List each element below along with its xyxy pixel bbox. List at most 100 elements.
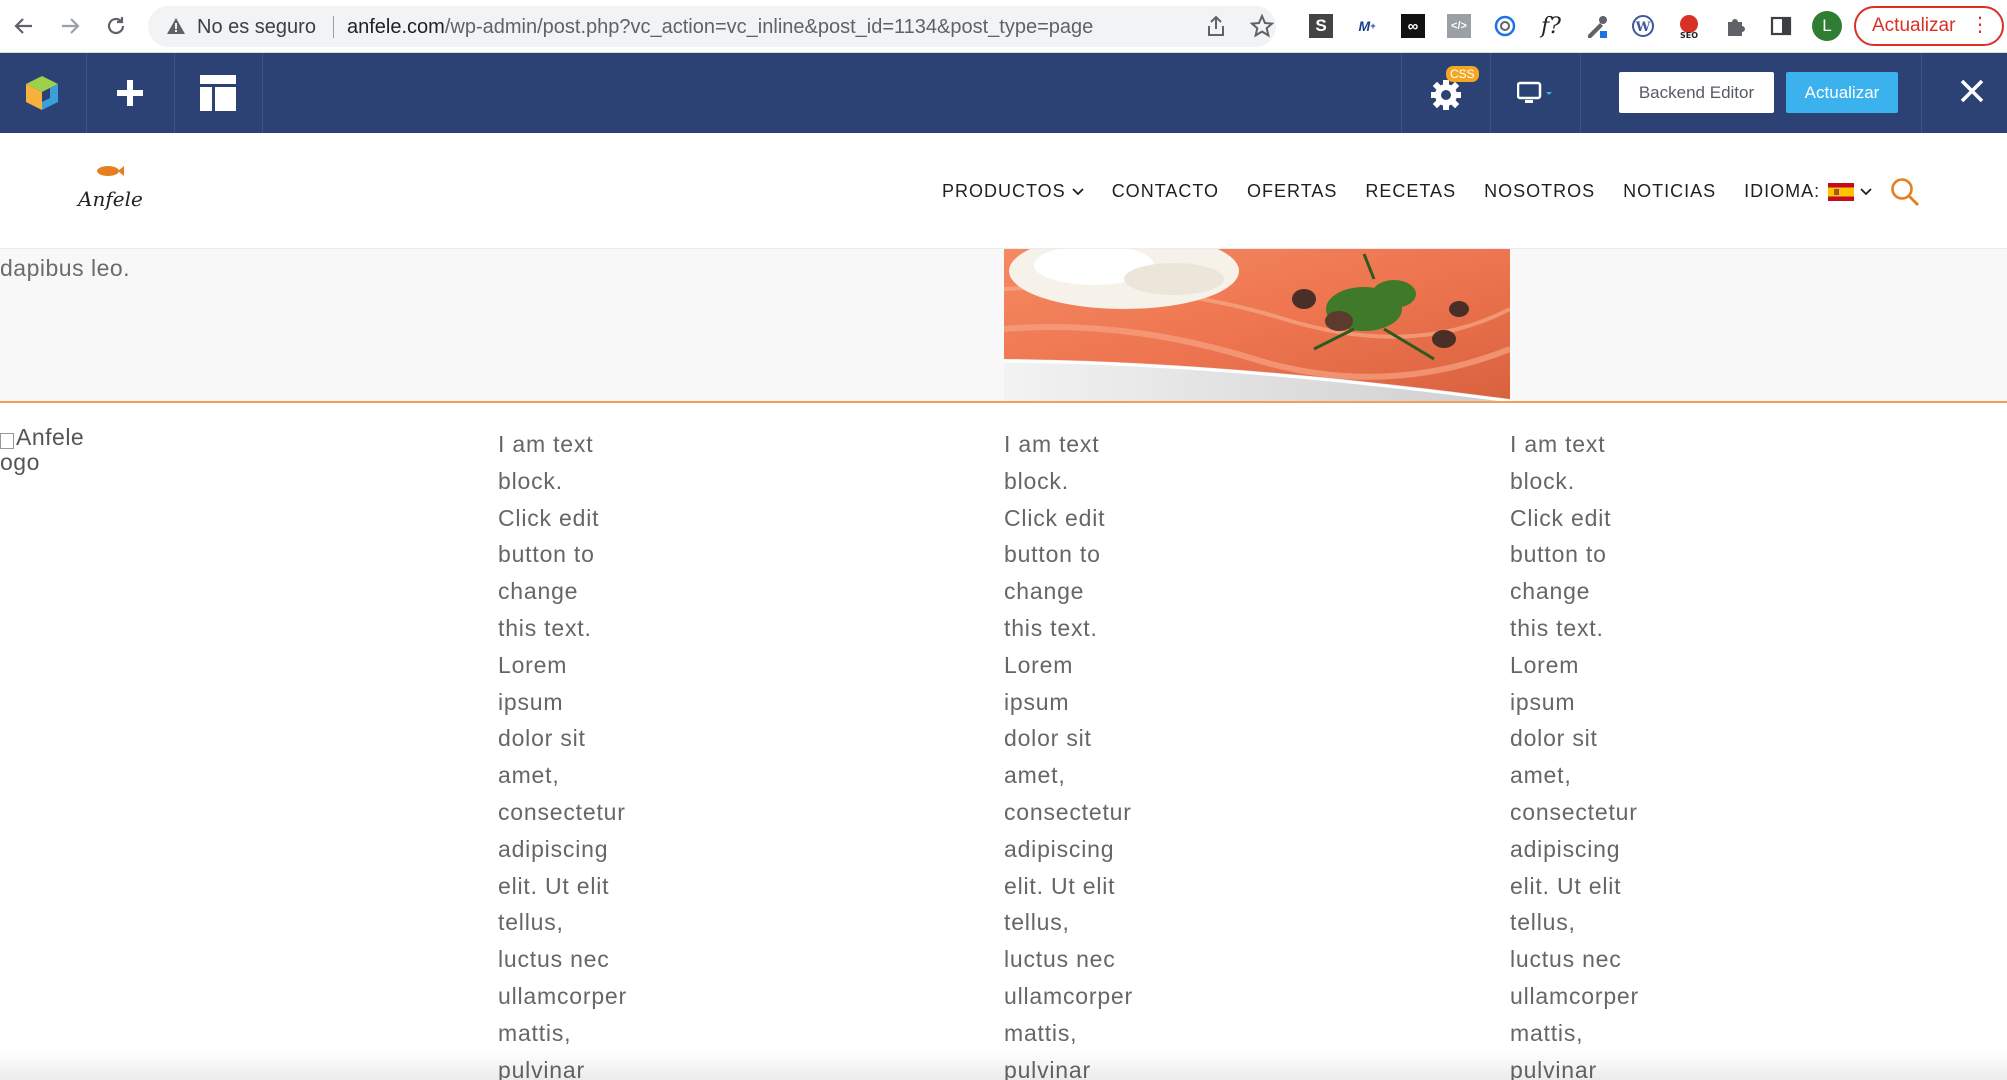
- text-block-line: Lorem: [1510, 651, 1580, 678]
- nav-item-label: NOTICIAS: [1623, 181, 1717, 201]
- text-block-line: adipiscing: [498, 835, 609, 862]
- layout-template-icon: [200, 75, 236, 111]
- text-block-line: elit. Ut elit: [1510, 872, 1622, 899]
- text-block-line: Click edit: [1004, 504, 1106, 531]
- text-block-line: dolor sit: [1510, 725, 1598, 752]
- fish-logo-icon: [97, 166, 124, 176]
- separator: [1921, 53, 1922, 133]
- nav-item-recetas[interactable]: RECETAS: [1365, 181, 1456, 202]
- profile-avatar[interactable]: L: [1812, 11, 1842, 41]
- arrow-right-icon: [62, 18, 80, 34]
- nav-item-productos[interactable]: PRODUCTOS: [942, 181, 1084, 202]
- puzzle-extensions-icon[interactable]: [1721, 12, 1749, 40]
- reload-icon: [107, 17, 125, 35]
- font-extension-icon[interactable]: f?: [1537, 12, 1565, 40]
- logo-alt-line1: Anfele: [16, 424, 85, 450]
- more-vert-icon: ⋮: [1970, 14, 1990, 36]
- share-icon[interactable]: [1206, 15, 1226, 37]
- vc-logo-button[interactable]: [0, 53, 84, 133]
- text-block-line: amet,: [1510, 762, 1572, 789]
- movistar-extension-icon[interactable]: M +: [1353, 12, 1381, 40]
- text-block-1[interactable]: I am text block. Click edit button to change…: [498, 426, 678, 1080]
- side-panel-icon[interactable]: [1767, 12, 1795, 40]
- text-block-3[interactable]: I am text block. Click edit button to change…: [1510, 426, 1690, 1080]
- bookmark-star-icon[interactable]: [1250, 14, 1274, 38]
- text-block-line: change: [1004, 578, 1085, 605]
- close-icon: [1960, 79, 1984, 103]
- text-block-line: button to: [1510, 541, 1607, 568]
- text-block-line: this text.: [1510, 614, 1604, 641]
- wordpress-extension-icon[interactable]: W: [1629, 12, 1657, 40]
- text-block-line: consectetur: [498, 798, 626, 825]
- page-settings-button[interactable]: [1402, 53, 1490, 133]
- infinity-extension-icon[interactable]: ∞: [1399, 12, 1427, 40]
- nav-item-noticias[interactable]: NOTICIAS: [1623, 181, 1716, 202]
- text-block-line: mattis,: [1004, 1019, 1078, 1046]
- separator: [262, 53, 263, 133]
- templates-button[interactable]: [175, 53, 261, 133]
- text-block-line: amet,: [1004, 762, 1066, 789]
- text-block-line: pulvinar: [1510, 1056, 1597, 1080]
- site-header: Anfele PRODUCTOS CONTACTO OFERTAS RECETA…: [0, 133, 2007, 249]
- main-navigation: PRODUCTOS CONTACTO OFERTAS RECETAS NOSOT…: [942, 181, 1900, 202]
- nav-item-ofertas[interactable]: OFERTAS: [1247, 181, 1337, 202]
- vc-update-button[interactable]: Actualizar: [1786, 72, 1898, 113]
- text-block-line: this text.: [498, 614, 592, 641]
- logo-alt-line2: ogo: [0, 449, 40, 475]
- text-block-line: block.: [1004, 467, 1069, 494]
- address-bar[interactable]: No es seguro anfele.com/wp-admin/post.ph…: [148, 6, 1276, 47]
- text-block-line: tellus,: [1510, 909, 1576, 936]
- browser-update-label: Actualizar: [1872, 15, 1956, 36]
- text-block-line: luctus nec: [1004, 946, 1116, 973]
- url-path: /wp-admin/post.php?vc_action=vc_inline&p…: [444, 16, 1094, 38]
- text-block-line: change: [498, 578, 579, 605]
- text-block-line: tellus,: [1004, 909, 1070, 936]
- url-host: anfele.com: [347, 16, 445, 38]
- nav-item-nosotros[interactable]: NOSOTROS: [1484, 181, 1595, 202]
- vc-logo-icon: [26, 76, 58, 110]
- code-extension-icon[interactable]: </>: [1445, 12, 1473, 40]
- backend-editor-button[interactable]: Backend Editor: [1619, 72, 1774, 113]
- text-block-line: dolor sit: [498, 725, 586, 752]
- broken-logo-image: Anfele ogo: [0, 424, 100, 475]
- responsive-preview-button[interactable]: [1491, 53, 1579, 133]
- back-button[interactable]: [10, 12, 38, 40]
- site-logo[interactable]: Anfele: [78, 161, 143, 225]
- text-block-line: elit. Ut elit: [1004, 872, 1116, 899]
- content-row-top[interactable]: dapibus leo.: [0, 249, 2007, 403]
- text-block-line: ullamcorper: [1510, 982, 1639, 1009]
- svg-text:W: W: [1635, 20, 1651, 35]
- add-element-button[interactable]: [87, 53, 173, 133]
- seo-extension-icon[interactable]: SEO: [1675, 12, 1703, 40]
- s-extension-icon[interactable]: S: [1307, 12, 1335, 40]
- text-block-line: pulvinar: [1004, 1056, 1091, 1080]
- text-block-line: button to: [1004, 541, 1101, 568]
- nav-item-contacto[interactable]: CONTACTO: [1112, 181, 1219, 202]
- search-icon[interactable]: [1890, 177, 1920, 207]
- text-block-line: I am text: [498, 431, 594, 457]
- nav-item-label: CONTACTO: [1111, 181, 1220, 201]
- security-status[interactable]: No es seguro: [197, 16, 316, 38]
- text-block-line: consectetur: [1510, 798, 1638, 825]
- nav-item-idioma[interactable]: IDIOMA:: [1744, 181, 1872, 202]
- url-text[interactable]: anfele.com/wp-admin/post.php?vc_action=v…: [347, 16, 1093, 38]
- text-block-line: this text.: [1004, 614, 1098, 641]
- text-block-line: Click edit: [1510, 504, 1612, 531]
- text-block-line: Lorem: [498, 651, 568, 678]
- text-block-line: block.: [1510, 467, 1575, 494]
- text-block-line: ullamcorper: [1004, 982, 1133, 1009]
- text-block-line: I am text: [1004, 431, 1100, 457]
- forward-button[interactable]: [56, 12, 84, 40]
- close-editor-button[interactable]: [1958, 77, 1986, 110]
- text-block-2[interactable]: I am text block. Click edit button to change…: [1004, 426, 1184, 1080]
- food-image[interactable]: [1004, 249, 1510, 401]
- vc-editor-toolbar: CSS Backend Editor Actualizar: [0, 53, 2007, 133]
- text-block-line: luctus nec: [1510, 946, 1622, 973]
- plus-icon: [117, 80, 143, 106]
- text-block-line: change: [1510, 578, 1591, 605]
- browser-update-button[interactable]: Actualizar ⋮: [1854, 6, 2004, 46]
- eyedropper-extension-icon[interactable]: [1583, 12, 1611, 40]
- spiral-extension-icon[interactable]: [1491, 12, 1519, 40]
- nav-item-label: OFERTAS: [1247, 181, 1338, 201]
- reload-button[interactable]: [102, 12, 130, 40]
